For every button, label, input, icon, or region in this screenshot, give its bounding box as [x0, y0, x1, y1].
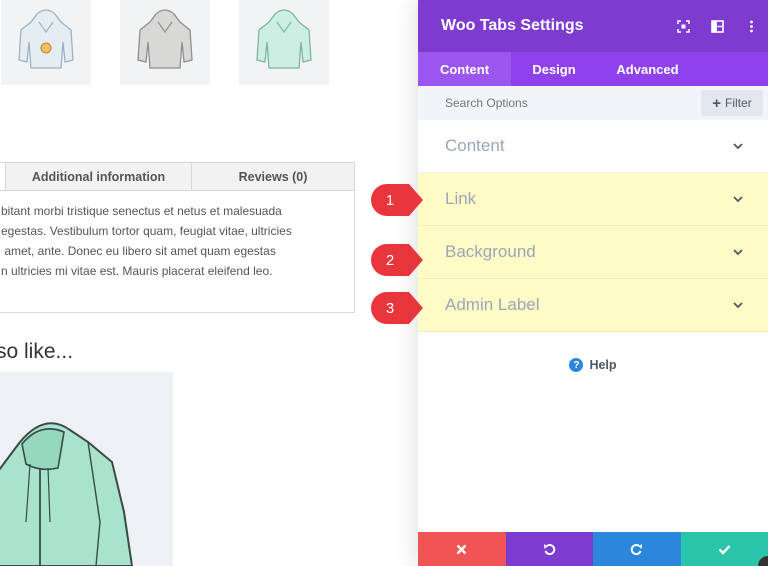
callout-badge-3: 3: [369, 290, 423, 326]
chevron-down-icon: [733, 302, 743, 309]
search-options-input[interactable]: [445, 96, 701, 110]
description-line: egestas. Vestibulum tortor quam, feugiat…: [1, 224, 292, 238]
kebab-menu-icon[interactable]: [734, 0, 768, 52]
undo-icon: [543, 543, 555, 555]
plus-icon: +: [712, 94, 722, 112]
check-icon: [718, 544, 731, 555]
description-line: amet, ante. Donec eu libero sit amet qua…: [1, 244, 276, 258]
woo-tabs-header: Additional information Reviews (0): [0, 163, 354, 191]
related-products-heading: so like...: [0, 340, 74, 363]
tab-content[interactable]: Content: [418, 52, 511, 86]
hoodie-icon: [256, 8, 312, 69]
callout-number: 1: [385, 191, 395, 209]
redo-icon: [631, 543, 643, 555]
chevron-down-icon: [733, 143, 743, 150]
callout-number: 3: [385, 299, 395, 317]
woo-tabs-module: Additional information Reviews (0) bitan…: [0, 162, 355, 313]
product-page: Additional information Reviews (0) bitan…: [0, 0, 418, 566]
tab-additional-information[interactable]: Additional information: [6, 163, 192, 190]
discard-button[interactable]: [418, 532, 506, 566]
panel-header: Woo Tabs Settings: [418, 0, 768, 52]
toggle-title: Content: [445, 136, 505, 155]
redo-button[interactable]: [593, 532, 681, 566]
tab-advanced[interactable]: Advanced: [597, 52, 698, 86]
toggle-content[interactable]: Content: [418, 120, 768, 173]
related-product-image[interactable]: [0, 372, 173, 566]
gallery-thumbnail-2[interactable]: [120, 0, 210, 85]
chevron-down-icon: [733, 249, 743, 256]
toggle-title: Link: [445, 189, 477, 208]
hoodie-icon: [137, 8, 193, 69]
panel-footer: [418, 532, 768, 566]
search-options-bar: + Filter: [418, 86, 768, 120]
help-label: Help: [589, 358, 617, 372]
filter-label: Filter: [725, 96, 752, 110]
description-line: bitant morbi tristique senectus et netus…: [1, 204, 282, 218]
split-layout-icon[interactable]: [700, 0, 734, 52]
gallery-thumbnail-3[interactable]: [239, 0, 329, 85]
settings-panel: Woo Tabs Settings Content Design Advance…: [418, 0, 768, 566]
undo-button[interactable]: [505, 532, 593, 566]
focus-icon[interactable]: [666, 0, 700, 52]
toggle-background[interactable]: Background: [418, 226, 768, 279]
panel-title: Woo Tabs Settings: [441, 17, 584, 34]
chevron-down-icon: [733, 196, 743, 203]
callout-badge-1: 1: [369, 182, 423, 218]
toggle-title: Background: [445, 242, 536, 261]
hoodie-icon: [18, 8, 74, 69]
callout-badge-2: 2: [369, 242, 423, 278]
save-button[interactable]: [680, 532, 768, 566]
tab-reviews[interactable]: Reviews (0): [192, 163, 354, 190]
filter-button[interactable]: + Filter: [701, 90, 763, 116]
hoodie-icon: [0, 422, 134, 566]
tab-content: bitant morbi tristique senectus et netus…: [0, 191, 354, 281]
question-icon: ?: [569, 358, 584, 372]
help-link[interactable]: ? Help: [418, 358, 768, 372]
toggle-title: Admin Label: [445, 295, 540, 314]
tab-design[interactable]: Design: [511, 52, 597, 86]
close-icon: [456, 544, 467, 554]
toggle-link[interactable]: Link: [418, 173, 768, 226]
panel-tabs: Content Design Advanced: [418, 52, 768, 86]
gallery-thumbnail-1[interactable]: [1, 0, 91, 85]
callout-number: 2: [385, 251, 395, 269]
description-line: n ultricies mi vitae est. Mauris placera…: [1, 264, 273, 278]
toggle-admin-label[interactable]: Admin Label: [418, 279, 768, 332]
